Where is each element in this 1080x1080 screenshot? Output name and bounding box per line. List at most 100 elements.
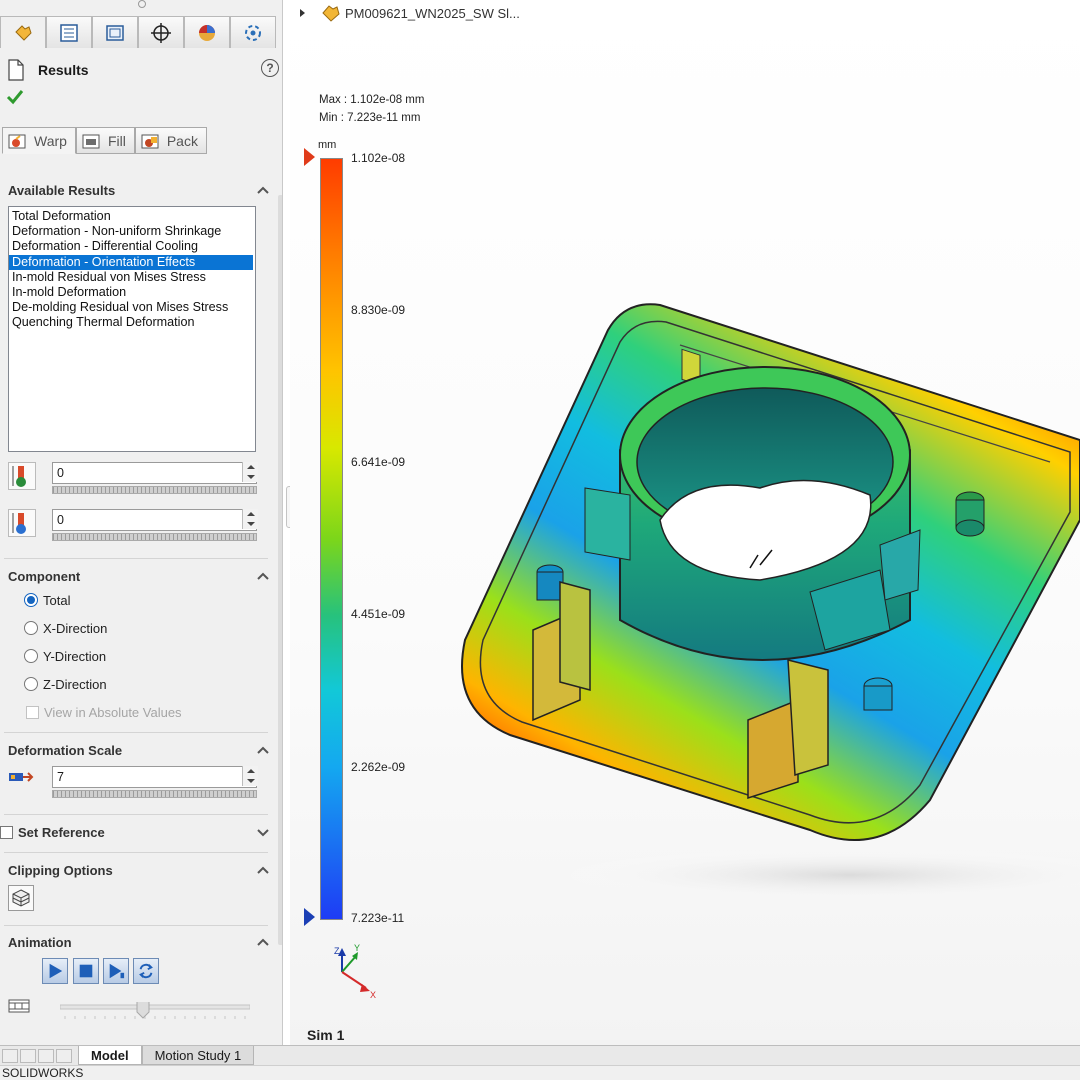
set-reference-label: Set Reference bbox=[18, 824, 105, 840]
configuration-tab[interactable] bbox=[138, 16, 184, 48]
status-bar: SOLIDWORKS bbox=[0, 1065, 1080, 1080]
snap-clip bbox=[787, 659, 829, 776]
next-tab-arrow-icon[interactable] bbox=[38, 1048, 54, 1063]
radio-total[interactable]: Total bbox=[24, 590, 70, 610]
property-manager-tab[interactable] bbox=[92, 16, 138, 48]
panel-title: Results bbox=[38, 62, 89, 78]
legend-unit: mm bbox=[318, 139, 337, 151]
deformation-scale-row: 7 bbox=[8, 766, 260, 806]
deformation-scale-slider[interactable] bbox=[52, 790, 257, 798]
radio-z-direction[interactable]: Z-Direction bbox=[24, 674, 107, 694]
result-list-item[interactable]: Total Deformation bbox=[9, 209, 255, 224]
tab-pack[interactable]: Pack bbox=[134, 127, 207, 154]
legend-tick: 1.102e-08 bbox=[351, 151, 406, 165]
radio-button[interactable] bbox=[24, 593, 38, 607]
play-icon bbox=[49, 963, 63, 979]
boss bbox=[536, 571, 564, 601]
radio-label: Z-Direction bbox=[43, 676, 107, 692]
display-manager-tab[interactable] bbox=[230, 16, 276, 48]
clipping-button[interactable] bbox=[8, 885, 34, 911]
color-legend-bar[interactable] bbox=[320, 158, 343, 920]
plot-icon-1[interactable] bbox=[8, 462, 36, 490]
deformation-scale-header[interactable]: Deformation Scale bbox=[8, 740, 270, 760]
target-icon bbox=[151, 22, 171, 43]
available-results-header[interactable]: Available Results bbox=[8, 180, 270, 200]
stop-button[interactable] bbox=[73, 958, 99, 984]
radio-button[interactable] bbox=[24, 677, 38, 691]
appearance-icon bbox=[199, 24, 215, 41]
panel-splitter-handle[interactable] bbox=[138, 0, 146, 8]
result-list-item[interactable]: De-molding Residual von Mises Stress bbox=[9, 300, 255, 315]
manager-tab-strip bbox=[0, 16, 282, 50]
last-tab-arrow-icon[interactable] bbox=[56, 1048, 72, 1063]
result-list-item[interactable]: In-mold Residual von Mises Stress bbox=[9, 270, 255, 285]
first-tab-arrow-icon[interactable] bbox=[2, 1048, 18, 1063]
warped-part-model[interactable] bbox=[290, 0, 1080, 1045]
animation-header[interactable]: Animation bbox=[8, 932, 270, 952]
stop-icon bbox=[79, 964, 93, 978]
step-play-icon bbox=[109, 963, 125, 979]
prev-tab-arrow-icon[interactable] bbox=[20, 1048, 36, 1063]
document-icon bbox=[8, 59, 24, 81]
result-list-item[interactable]: Quenching Thermal Deformation bbox=[9, 315, 255, 330]
set-reference-checkbox[interactable] bbox=[0, 825, 13, 839]
available-results-title: Available Results bbox=[8, 182, 116, 198]
tab-motion-study[interactable]: Motion Study 1 bbox=[141, 1046, 255, 1065]
result-list-item[interactable]: In-mold Deformation bbox=[9, 285, 255, 300]
radio-x-direction[interactable]: X-Direction bbox=[24, 618, 107, 638]
tab-warp[interactable]: Warp bbox=[2, 127, 76, 154]
feature-tree-tab[interactable] bbox=[46, 16, 92, 48]
axis-triad-icon: Z Y X bbox=[334, 943, 376, 1000]
slider-thumb[interactable] bbox=[136, 1002, 150, 1019]
legend-min-marker[interactable] bbox=[304, 908, 315, 926]
expand-arrow-icon[interactable] bbox=[300, 9, 305, 17]
tab-model[interactable]: Model bbox=[78, 1046, 142, 1065]
help-icon[interactable]: ? bbox=[261, 59, 279, 77]
set-reference-checkbox-row[interactable]: Set Reference bbox=[0, 824, 105, 840]
svg-text:Z: Z bbox=[334, 946, 340, 956]
result-value-input-2[interactable]: 0 bbox=[52, 509, 257, 531]
component-title: Component bbox=[8, 568, 81, 584]
result-value-spinner-2[interactable] bbox=[242, 509, 258, 529]
result-list-item[interactable]: Deformation - Orientation Effects bbox=[9, 254, 253, 270]
legend-max-marker[interactable] bbox=[304, 148, 315, 166]
chevron-up-icon bbox=[257, 866, 269, 874]
absolute-values-checkbox-row: View in Absolute Values bbox=[26, 702, 182, 722]
radio-button[interactable] bbox=[24, 649, 38, 663]
component-header[interactable]: Component bbox=[8, 566, 270, 586]
available-results-list[interactable]: Total Deformation Deformation - Non-unifo… bbox=[8, 206, 256, 452]
divider bbox=[4, 925, 268, 926]
deformation-scale-input[interactable]: 7 bbox=[52, 766, 257, 788]
tab-pack-label: Pack bbox=[166, 132, 198, 149]
max-value-label: Max : 1.102e-08 mm bbox=[319, 94, 425, 106]
result-list-item[interactable]: Deformation - Non-uniform Shrinkage bbox=[9, 224, 255, 239]
chevron-up-icon bbox=[257, 746, 269, 754]
ok-checkmark-icon[interactable] bbox=[6, 88, 24, 106]
result-value-slider-1[interactable] bbox=[52, 486, 257, 494]
radio-button[interactable] bbox=[24, 621, 38, 635]
result-list-item[interactable]: Deformation - Differential Cooling bbox=[9, 239, 255, 254]
part-icon bbox=[322, 5, 340, 22]
plot-icon-2[interactable] bbox=[8, 509, 36, 537]
clipping-options-title: Clipping Options bbox=[8, 862, 113, 878]
result-value-spinner-1[interactable] bbox=[242, 462, 258, 482]
simulation-tab[interactable] bbox=[0, 16, 46, 48]
result-value-slider-2[interactable] bbox=[52, 533, 257, 541]
panel-header: Results ? bbox=[0, 52, 282, 88]
graphics-viewport[interactable]: PM009621_WN2025_SW Sl... Max : 1.102e-08… bbox=[290, 0, 1080, 1045]
boss bbox=[955, 519, 985, 537]
appearance-tab[interactable] bbox=[184, 16, 230, 48]
tab-fill[interactable]: Fill bbox=[75, 127, 135, 154]
deformation-scale-spinner[interactable] bbox=[242, 766, 258, 786]
radio-y-direction[interactable]: Y-Direction bbox=[24, 646, 106, 666]
feature-tree-root[interactable]: PM009621_WN2025_SW Sl... bbox=[300, 3, 520, 23]
play-button[interactable] bbox=[42, 958, 68, 984]
animation-frame-slider[interactable] bbox=[60, 1002, 250, 1022]
clipping-options-header[interactable]: Clipping Options bbox=[8, 860, 270, 880]
loop-button[interactable] bbox=[133, 958, 159, 984]
step-forward-button[interactable] bbox=[103, 958, 129, 984]
chevron-up-icon bbox=[257, 572, 269, 580]
result-value-input-1[interactable]: 0 bbox=[52, 462, 257, 484]
panel-scrollbar[interactable] bbox=[278, 195, 282, 945]
set-reference-header[interactable]: Set Reference bbox=[0, 822, 270, 842]
